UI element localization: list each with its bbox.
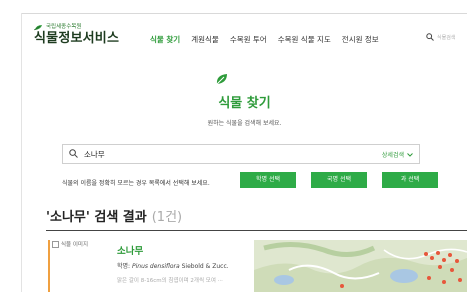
select-hint: 식물의 이름을 정확히 모르는 경우 목록에서 선택해 보세요. <box>62 180 210 187</box>
image-placeholder: 식물 이미지 <box>50 240 104 248</box>
site-header: 국립세종수목원 식물정보서비스 식물 찾기 계원식물 수목원 투어 수목원 식물… <box>22 14 467 54</box>
search-icon <box>426 33 434 41</box>
chevron-down-icon <box>407 152 413 157</box>
advanced-search-label: 상세검색 <box>381 152 404 159</box>
header-search[interactable]: 식물검색 <box>426 33 455 41</box>
sci-prefix: 학명: <box>117 263 132 270</box>
leaf-logo-icon <box>34 25 42 31</box>
image-alt-text: 식물 이미지 <box>61 242 89 248</box>
result-thumbnail[interactable]: 식물 이미지 <box>48 240 104 292</box>
results-query: '소나무' 검색 결과 <box>46 210 147 225</box>
nav-plant-search[interactable]: 식물 찾기 <box>150 34 180 45</box>
nav-arboretum-tour[interactable]: 수목원 투어 <box>230 34 267 45</box>
window-border-left <box>21 13 22 292</box>
map-graphic <box>254 240 467 292</box>
plant-location-map[interactable] <box>254 240 467 292</box>
sci-author: Siebold & Zucc. <box>179 263 229 270</box>
page-title: 식물 찾기 <box>218 96 271 111</box>
result-description: 맑은 갈이 8-16cm의 침엽이며 2개씩 모여 ··· <box>117 278 223 284</box>
broken-image-icon <box>52 241 59 248</box>
advanced-search-toggle[interactable]: 상세검색 <box>382 150 413 159</box>
sci-name: Pinus densiflora <box>131 263 180 270</box>
plant-search-input[interactable]: 소나무 상세검색 <box>62 144 420 164</box>
page-subtitle: 원하는 식물을 검색해 보세요. <box>207 120 282 127</box>
nav-garden-info[interactable]: 전시원 정보 <box>342 34 379 45</box>
search-value[interactable]: 소나무 <box>84 149 105 160</box>
results-count: (1건) <box>151 210 183 225</box>
site-name: 식물정보서비스 <box>34 31 120 46</box>
select-scientific-name-button[interactable]: 학명 선택 <box>240 172 296 188</box>
results-divider <box>46 230 467 231</box>
site-logo[interactable]: 국립세종수목원 식물정보서비스 <box>34 24 119 47</box>
search-icon <box>69 149 78 158</box>
header-search-placeholder: 식물검색 <box>437 34 456 41</box>
select-korean-name-button[interactable]: 국명 선택 <box>311 172 367 188</box>
main-nav: 식물 찾기 계원식물 수목원 투어 수목원 식물 지도 전시원 정보 <box>150 34 390 45</box>
result-scientific-name: 학명: Pinus densiflora Siebold & Zucc. <box>117 261 229 270</box>
result-plant-name[interactable]: 소나무 <box>117 243 143 257</box>
org-name-text: 국립세종수목원 <box>46 24 82 30</box>
nav-seasonal-plants[interactable]: 계원식물 <box>191 34 219 45</box>
org-name: 국립세종수목원 <box>34 24 119 31</box>
results-title: '소나무' 검색 결과 (1건) <box>46 206 182 225</box>
leaf-icon <box>216 74 227 85</box>
app-window: 국립세종수목원 식물정보서비스 식물 찾기 계원식물 수목원 투어 수목원 식물… <box>0 0 467 292</box>
select-family-button[interactable]: 과 선택 <box>382 172 438 188</box>
nav-plant-map[interactable]: 수목원 식물 지도 <box>278 34 331 45</box>
